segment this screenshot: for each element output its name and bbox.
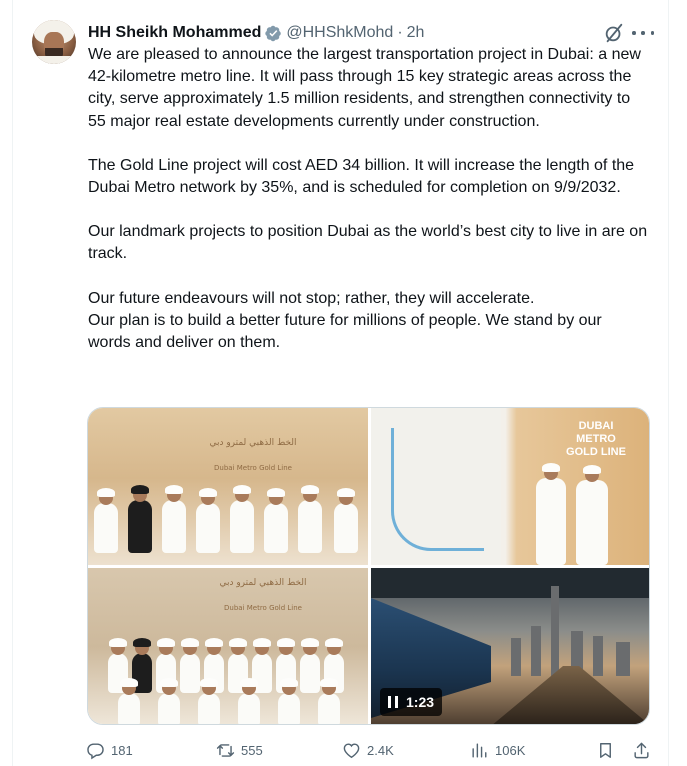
- timeline-border-left: [12, 0, 13, 766]
- tweet-paragraph: Our future endeavours will not stop; rat…: [88, 289, 535, 307]
- like-button[interactable]: 2.4K: [342, 738, 394, 762]
- like-count: 2.4K: [367, 742, 394, 758]
- header-separator: ·: [397, 24, 403, 41]
- avatar[interactable]: [32, 20, 76, 64]
- analytics-icon: [472, 742, 487, 758]
- tweet-timestamp[interactable]: 2h: [407, 24, 425, 42]
- photo-viewing-map[interactable]: DUBAI METRO GOLD LINE: [371, 408, 649, 565]
- reply-button[interactable]: 181: [86, 738, 133, 762]
- share-icon: [634, 742, 649, 758]
- bookmark-icon: [600, 742, 611, 758]
- media-grid: الخط الذهبي لمترو دبي Dubai Metro Gold L…: [87, 407, 650, 725]
- verified-badge-icon[interactable]: [265, 25, 282, 42]
- pause-icon[interactable]: [388, 696, 398, 708]
- tweet-paragraph: Our plan is to build a better future for…: [88, 311, 602, 352]
- bookmark-button[interactable]: [596, 738, 621, 762]
- repost-icon: [216, 743, 235, 757]
- photo-announcement-audience[interactable]: الخط الذهبي لمترو دبي Dubai Metro Gold L…: [88, 408, 368, 565]
- tweet-paragraph: Our landmark projects to position Dubai …: [88, 223, 648, 263]
- author-name[interactable]: HH Sheikh Mohammed: [88, 24, 261, 42]
- views-button[interactable]: 106K: [470, 738, 525, 762]
- timeline-border-right: [668, 0, 669, 766]
- video-metro-train[interactable]: 1:23: [371, 568, 649, 724]
- grok-icon[interactable]: [603, 22, 625, 44]
- tweet-actions: 181 555 2.4K 106K: [86, 738, 652, 762]
- tweet-paragraph: We are pleased to announce the largest t…: [88, 46, 641, 130]
- repost-button[interactable]: 555: [216, 738, 263, 762]
- heart-icon: [343, 742, 360, 758]
- reply-icon: [87, 742, 104, 759]
- tweet-text: We are pleased to announce the largest t…: [88, 44, 648, 354]
- gold-line-sign: DUBAI METRO GOLD LINE: [566, 420, 626, 458]
- reply-count: 181: [111, 742, 133, 758]
- video-duration-badge[interactable]: 1:23: [380, 688, 443, 716]
- tweet-paragraph: The Gold Line project will cost AED 34 b…: [88, 156, 635, 197]
- photo-seated-officials[interactable]: الخط الذهبي لمترو دبي Dubai Metro Gold L…: [88, 568, 368, 724]
- share-button[interactable]: [632, 738, 657, 762]
- tweet-header: HH Sheikh Mohammed @HHShkMohd · 2h: [88, 22, 424, 44]
- author-handle[interactable]: @HHShkMohd: [286, 24, 393, 42]
- view-count: 106K: [495, 742, 526, 758]
- repost-count: 555: [241, 742, 263, 758]
- video-duration: 1:23: [406, 694, 435, 710]
- more-options-icon[interactable]: [632, 22, 654, 44]
